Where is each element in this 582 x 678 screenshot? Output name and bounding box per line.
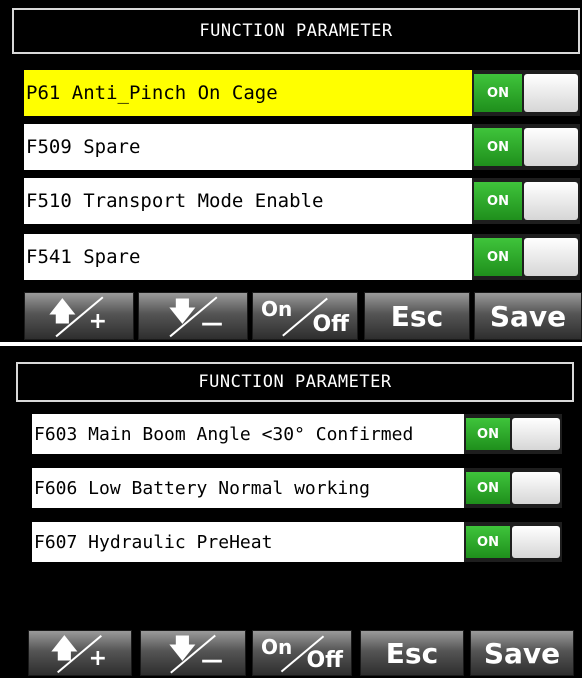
- plus-symbol: +: [88, 646, 107, 671]
- screen-title: FUNCTION PARAMETER: [16, 362, 574, 402]
- on-text: On: [261, 635, 293, 659]
- on-off-button[interactable]: On Off: [252, 292, 358, 340]
- esc-label: Esc: [390, 299, 444, 333]
- toggle-knob: [524, 238, 578, 276]
- param-label: P61 Anti_Pinch On Cage: [24, 70, 472, 116]
- toggle-switch[interactable]: ON: [472, 70, 580, 116]
- screen-title: FUNCTION PARAMETER: [12, 8, 580, 54]
- esc-label: Esc: [385, 636, 439, 670]
- save-label: Save: [483, 636, 561, 670]
- button-bar: 🡅 + 🡇 — On Off Esc Save: [0, 630, 582, 676]
- param-row-f607[interactable]: F607 Hydraulic PreHeat ON: [32, 522, 562, 562]
- toggle-on-label: ON: [474, 238, 522, 276]
- function-parameter-screen-1: FUNCTION PARAMETER P61 Anti_Pinch On Cag…: [0, 0, 582, 342]
- toggle-switch[interactable]: ON: [464, 468, 562, 508]
- toggle-switch[interactable]: ON: [472, 234, 580, 280]
- toggle-on-label: ON: [474, 182, 522, 220]
- off-text: Off: [312, 312, 349, 337]
- toggle-on-label: ON: [466, 418, 510, 450]
- param-row-p61[interactable]: P61 Anti_Pinch On Cage ON: [24, 70, 580, 116]
- toggle-switch[interactable]: ON: [472, 124, 580, 170]
- param-row-f603[interactable]: F603 Main Boom Angle <30° Confirmed ON: [32, 414, 562, 454]
- toggle-on-label: ON: [466, 472, 510, 504]
- toggle-knob: [512, 526, 560, 558]
- minus-symbol: —: [201, 311, 223, 336]
- param-row-f541[interactable]: F541 Spare ON: [24, 234, 580, 280]
- up-plus-button[interactable]: 🡅 +: [28, 630, 132, 676]
- esc-button[interactable]: Esc: [364, 292, 470, 340]
- up-plus-button[interactable]: 🡅 +: [24, 292, 134, 340]
- param-row-f606[interactable]: F606 Low Battery Normal working ON: [32, 468, 562, 508]
- toggle-knob: [524, 74, 578, 112]
- on-off-button[interactable]: On Off: [252, 630, 352, 676]
- save-button[interactable]: Save: [470, 630, 574, 676]
- param-label: F509 Spare: [26, 136, 141, 158]
- esc-button[interactable]: Esc: [360, 630, 464, 676]
- toggle-knob: [512, 472, 560, 504]
- toggle-switch[interactable]: ON: [464, 414, 562, 454]
- toggle-on-label: ON: [466, 526, 510, 558]
- toggle-knob: [524, 128, 578, 166]
- button-bar: 🡅 + 🡇 — On Off Esc Save: [0, 292, 582, 340]
- on-text: On: [261, 297, 293, 321]
- function-parameter-screen-2: FUNCTION PARAMETER F603 Main Boom Angle …: [0, 346, 582, 678]
- down-arrow-icon: 🡇: [169, 297, 196, 327]
- param-label: F606 Low Battery Normal working: [34, 477, 370, 499]
- param-row-f510[interactable]: F510 Transport Mode Enable ON: [24, 178, 580, 224]
- param-row-f509[interactable]: F509 Spare ON: [24, 124, 580, 170]
- save-button[interactable]: Save: [474, 292, 582, 340]
- toggle-on-label: ON: [474, 74, 522, 112]
- toggle-switch[interactable]: ON: [464, 522, 562, 562]
- param-label: F603 Main Boom Angle <30° Confirmed: [34, 423, 414, 445]
- param-label: F541 Spare: [26, 246, 141, 268]
- minus-symbol: —: [201, 648, 223, 673]
- param-label: F510 Transport Mode Enable: [26, 190, 324, 212]
- toggle-knob: [512, 418, 560, 450]
- toggle-knob: [524, 182, 578, 220]
- down-arrow-icon: 🡇: [169, 634, 196, 664]
- down-minus-button[interactable]: 🡇 —: [140, 630, 246, 676]
- off-text: Off: [306, 648, 343, 673]
- toggle-switch[interactable]: ON: [472, 178, 580, 224]
- plus-symbol: +: [88, 309, 107, 334]
- param-label: F607 Hydraulic PreHeat: [34, 531, 273, 553]
- toggle-on-label: ON: [474, 128, 522, 166]
- save-label: Save: [489, 299, 567, 333]
- down-minus-button[interactable]: 🡇 —: [138, 292, 248, 340]
